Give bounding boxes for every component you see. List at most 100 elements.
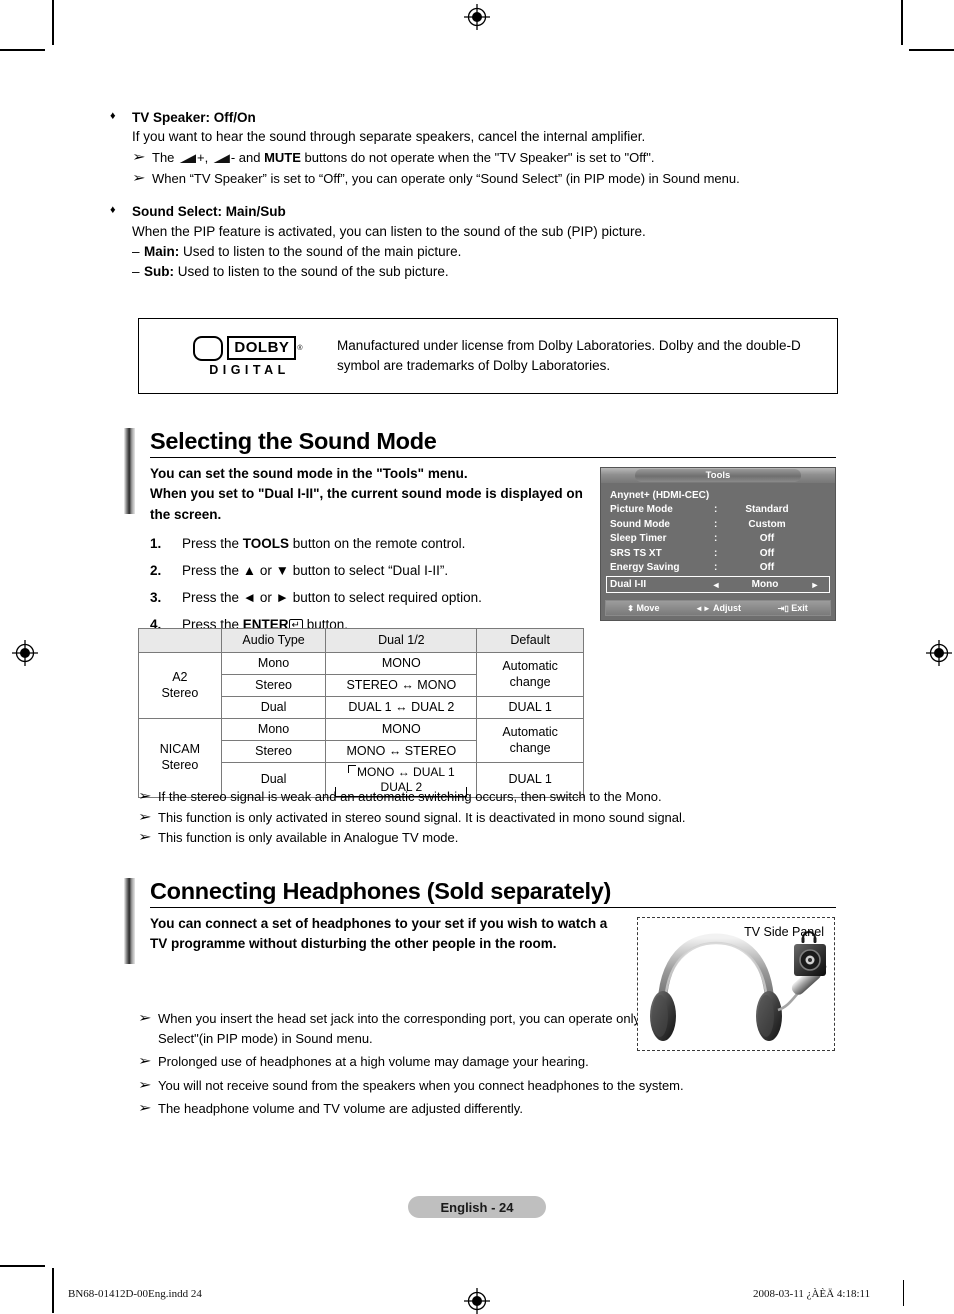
note-text: This function is only activated in stere… <box>158 809 686 825</box>
note-text: Prolonged use of headphones at a high vo… <box>158 1054 589 1069</box>
sound-mode-lead-2: When you set to "Dual I-II", the current… <box>150 486 583 522</box>
note-text: This function is only available in Analo… <box>158 830 459 845</box>
step-2-text: Press the ▲ or ▼ button to select “Dual … <box>182 562 449 578</box>
diamond-bullet-icon: ♦ <box>110 110 116 122</box>
osd-item-label: SRS TS XT <box>610 547 662 559</box>
headphones-note-4: ➢ The headphone volume and TV volume are… <box>138 1099 838 1119</box>
cell-audio-type: Mono <box>220 718 327 741</box>
tv-speaker-body: If you want to hear the sound through se… <box>132 129 646 145</box>
arrow-marker-icon: ➢ <box>138 808 152 824</box>
sound-mode-note-2: ➢ This function is only activated in ste… <box>138 808 838 828</box>
cell-audio-type: Stereo <box>220 740 327 763</box>
sound-select-sub-row: ‒ Sub: Used to listen to the sound of th… <box>132 262 850 282</box>
note-text: The headphone volume and TV volume are a… <box>158 1101 523 1116</box>
osd-hint-adjust: ◄► Adjust <box>681 603 756 613</box>
step-3-text: Press the ◄ or ► button to select requir… <box>182 590 482 606</box>
table-header-group <box>138 628 222 653</box>
osd-item-picture-mode[interactable]: Picture Mode : Standard <box>610 503 826 518</box>
arrow-marker-icon: ➢ <box>138 1010 152 1025</box>
tv-speaker-note-1: ➢ The +, - and MUTE buttons do not opera… <box>132 148 850 168</box>
double-d-symbol-icon <box>193 335 224 361</box>
cell-audio-type: Mono <box>220 652 327 675</box>
osd-title: Tools <box>635 469 801 482</box>
tv-side-panel-label: TV Side Panel <box>744 925 824 939</box>
group-label-a2: A2 Stereo <box>138 652 222 719</box>
arrow-marker-icon: ➢ <box>132 149 146 165</box>
arrow-marker-icon: ➢ <box>138 1076 152 1092</box>
sub-label: Sub: <box>144 264 174 280</box>
tools-osd-menu[interactable]: Tools Anynet+ (HDMI-CEC) Picture Mode : … <box>600 467 836 621</box>
osd-hint-adjust-label: Adjust <box>713 603 742 613</box>
cell-default: Automatic change <box>476 718 584 763</box>
sound-select-body: When the PIP feature is activated, you c… <box>132 223 646 239</box>
osd-item-value: Standard <box>745 504 789 516</box>
osd-item-label: Anynet+ (HDMI-CEC) <box>610 489 710 501</box>
dolby-license-box: DOLBY ® DIGITAL Manufactured under licen… <box>138 318 838 394</box>
registered-trademark-icon: ® <box>297 344 303 352</box>
osd-item-srs-ts-xt[interactable]: SRS TS XT : Off <box>610 546 826 561</box>
osd-item-dual-i-ii-selected[interactable]: Dual I-II ◄ Mono ► <box>606 576 830 593</box>
osd-item-value: Off <box>759 533 775 545</box>
sound-select-main-row: ‒ Main: Used to listen to the sound of t… <box>132 242 850 262</box>
updown-arrow-icon: ⬍ <box>627 604 634 613</box>
cell-dual: MONO <box>325 652 478 675</box>
group-name-line2: Stereo <box>161 685 199 700</box>
table-header-row: Audio Type Dual 1/2 Default <box>138 628 584 653</box>
cell-audio-type: Dual <box>220 696 327 719</box>
dash-bullet-icon: ‒ <box>132 243 140 259</box>
osd-hint-move: ⬍ Move <box>606 603 681 613</box>
right-arrow-icon[interactable]: ► <box>804 580 826 590</box>
osd-footer-hints: ⬍ Move ◄► Adjust ⇥▯ Exit <box>605 600 831 616</box>
sound-mode-note-3: ➢ This function is only available in Ana… <box>138 828 838 848</box>
headphone-figure: TV Side Panel <box>637 917 835 1051</box>
sound-select-section: ♦ Sound Select: Main/Sub When the PIP fe… <box>110 202 850 282</box>
sound-mode-note-1: ➢ If the stereo signal is weak and an au… <box>138 787 838 807</box>
arrow-marker-icon: ➢ <box>138 1053 152 1068</box>
osd-item-energy-saving[interactable]: Energy Saving : Off <box>610 561 826 576</box>
headphones-lead: You can connect a set of headphones to y… <box>150 916 608 952</box>
osd-item-label: Sound Mode <box>610 518 670 530</box>
osd-item-value: Off <box>759 562 775 574</box>
table-header-default: Default <box>476 628 584 653</box>
table-row: NICAM Stereo Mono MONO Automatic change <box>138 718 584 798</box>
cycle-arrow-icon <box>348 765 357 773</box>
tv-speaker-heading: TV Speaker: Off/On <box>132 110 256 125</box>
leftright-arrow-icon: ◄► <box>695 604 711 613</box>
osd-item-colon: : <box>714 533 718 545</box>
crop-mark-bottom-left-vertical <box>52 1268 54 1313</box>
osd-item-anynet[interactable]: Anynet+ (HDMI-CEC) <box>610 488 826 503</box>
sound-mode-notes: ➢ If the stereo signal is weak and an au… <box>138 786 838 848</box>
left-arrow-icon[interactable]: ◄ <box>706 580 726 590</box>
diamond-bullet-icon: ♦ <box>110 204 116 217</box>
sound-mode-title: Selecting the Sound Mode <box>150 428 437 454</box>
headphones-title: Connecting Headphones (Sold separately) <box>150 878 611 904</box>
osd-item-label: Picture Mode <box>610 504 673 516</box>
osd-hint-move-label: Move <box>636 603 660 613</box>
step-2-number: 2. <box>150 562 162 578</box>
cell-default: Automatic change <box>476 652 584 697</box>
osd-item-colon: : <box>714 547 718 559</box>
dolby-logo: DOLBY ® DIGITAL <box>173 335 323 377</box>
main-label: Main: <box>144 243 180 259</box>
osd-item-list: Anynet+ (HDMI-CEC) Picture Mode : Standa… <box>601 483 835 593</box>
sound-mode-lead-1: You can set the sound mode in the "Tools… <box>150 466 468 481</box>
print-file-name: BN68-01412D-00Eng.indd 24 <box>68 1288 202 1300</box>
section-rule <box>150 907 836 908</box>
headphones-note-3: ➢ You will not receive sound from the sp… <box>138 1076 838 1096</box>
osd-item-sound-mode[interactable]: Sound Mode : Custom <box>610 517 826 532</box>
cell-dual: MONO ↔ STEREO <box>325 740 478 763</box>
note1-minus: - and <box>230 150 265 166</box>
registration-mark-left <box>12 640 38 666</box>
crop-mark-top-left-vertical <box>52 0 54 45</box>
note1-mid: +, <box>197 150 212 166</box>
group-name-line1: A2 <box>172 669 188 684</box>
section-accent-bar <box>124 878 135 964</box>
arrow-marker-icon: ➢ <box>132 169 146 185</box>
sub-text: Used to listen to the sound of the sub p… <box>174 264 449 280</box>
registration-mark-right <box>926 640 952 666</box>
dolby-license-text: Manufactured under license from Dolby La… <box>337 338 801 373</box>
volume-down-icon <box>212 154 230 164</box>
print-margin-rule <box>903 1280 905 1306</box>
osd-item-sleep-timer[interactable]: Sleep Timer : Off <box>610 532 826 547</box>
cell-default: DUAL 1 <box>476 696 584 719</box>
